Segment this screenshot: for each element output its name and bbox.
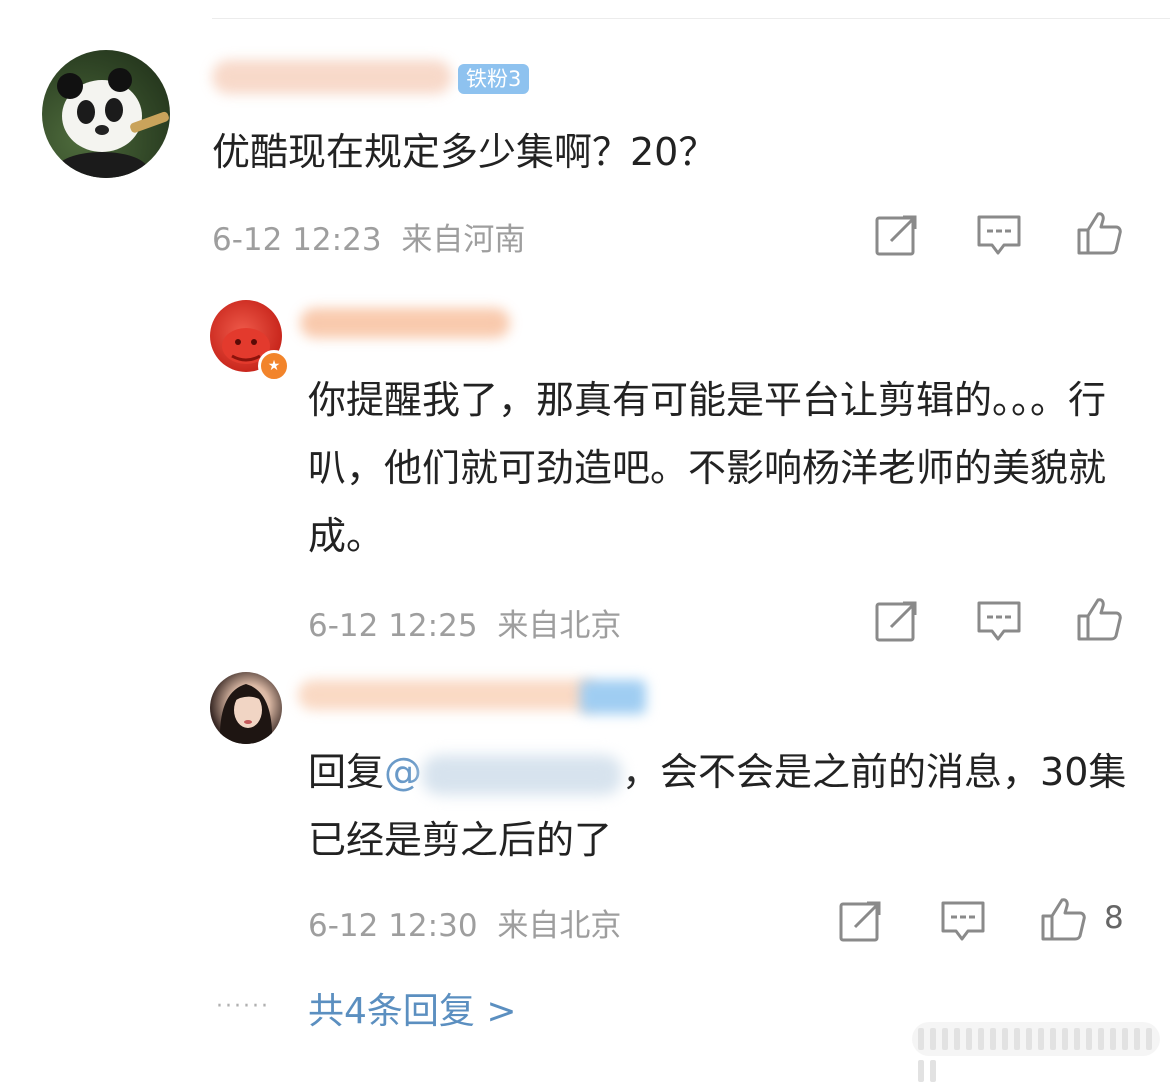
comment-text: 回复@ ，会不会是之前的消息，30集已经是剪之后的了: [308, 738, 1148, 874]
comment-text: 优酷现在规定多少集啊？20？: [212, 130, 717, 174]
username-blurred[interactable]: [300, 308, 510, 338]
verified-badge-icon: ★: [258, 350, 290, 382]
location: 来自北京: [497, 908, 622, 944]
username-blurred[interactable]: [212, 60, 452, 94]
share-icon[interactable]: [874, 598, 920, 644]
more-replies-link[interactable]: 共4条回复 >: [308, 982, 517, 1034]
like-count: 8: [1104, 900, 1124, 936]
like-icon[interactable]: [1040, 896, 1086, 942]
location: 来自河南: [401, 222, 526, 258]
timestamp: 6-12 12:30: [308, 908, 478, 944]
username-blurred[interactable]: [298, 680, 598, 710]
comment-meta: 6-12 12:30 来自北京: [308, 900, 621, 945]
mention-blurred[interactable]: [422, 754, 623, 795]
timestamp: 6-12 12:23: [212, 222, 382, 258]
panda-avatar-icon: [56, 68, 169, 178]
share-icon[interactable]: [874, 212, 920, 258]
share-icon[interactable]: [838, 898, 884, 944]
fan-badge: 铁粉3: [458, 64, 530, 94]
like-icon[interactable]: [1076, 210, 1122, 256]
watermark: [912, 1022, 1160, 1082]
like-icon[interactable]: [1076, 596, 1122, 642]
comment-icon[interactable]: [976, 598, 1022, 644]
fan-badge-blurred: [580, 680, 646, 714]
comment-text: 你提醒我了，那真有可能是平台让剪辑的。。。行叭，他们就可劲造吧。不影响杨洋老师的…: [308, 378, 1107, 558]
location: 来自北京: [497, 608, 622, 644]
comment-meta: 6-12 12:23 来自河南: [212, 214, 525, 259]
reply-prefix: 回复: [308, 750, 385, 794]
comment-meta: 6-12 12:25 来自北京: [308, 600, 621, 645]
portrait-avatar-icon: [219, 684, 273, 744]
comment-icon[interactable]: [976, 212, 1022, 258]
dotted-connector: ······: [216, 994, 270, 1019]
avatar[interactable]: [42, 50, 170, 178]
avatar[interactable]: [210, 672, 282, 744]
divider: [212, 18, 1170, 19]
mention-at[interactable]: @: [384, 750, 422, 794]
timestamp: 6-12 12:25: [308, 608, 478, 644]
comment-icon[interactable]: [940, 898, 986, 944]
